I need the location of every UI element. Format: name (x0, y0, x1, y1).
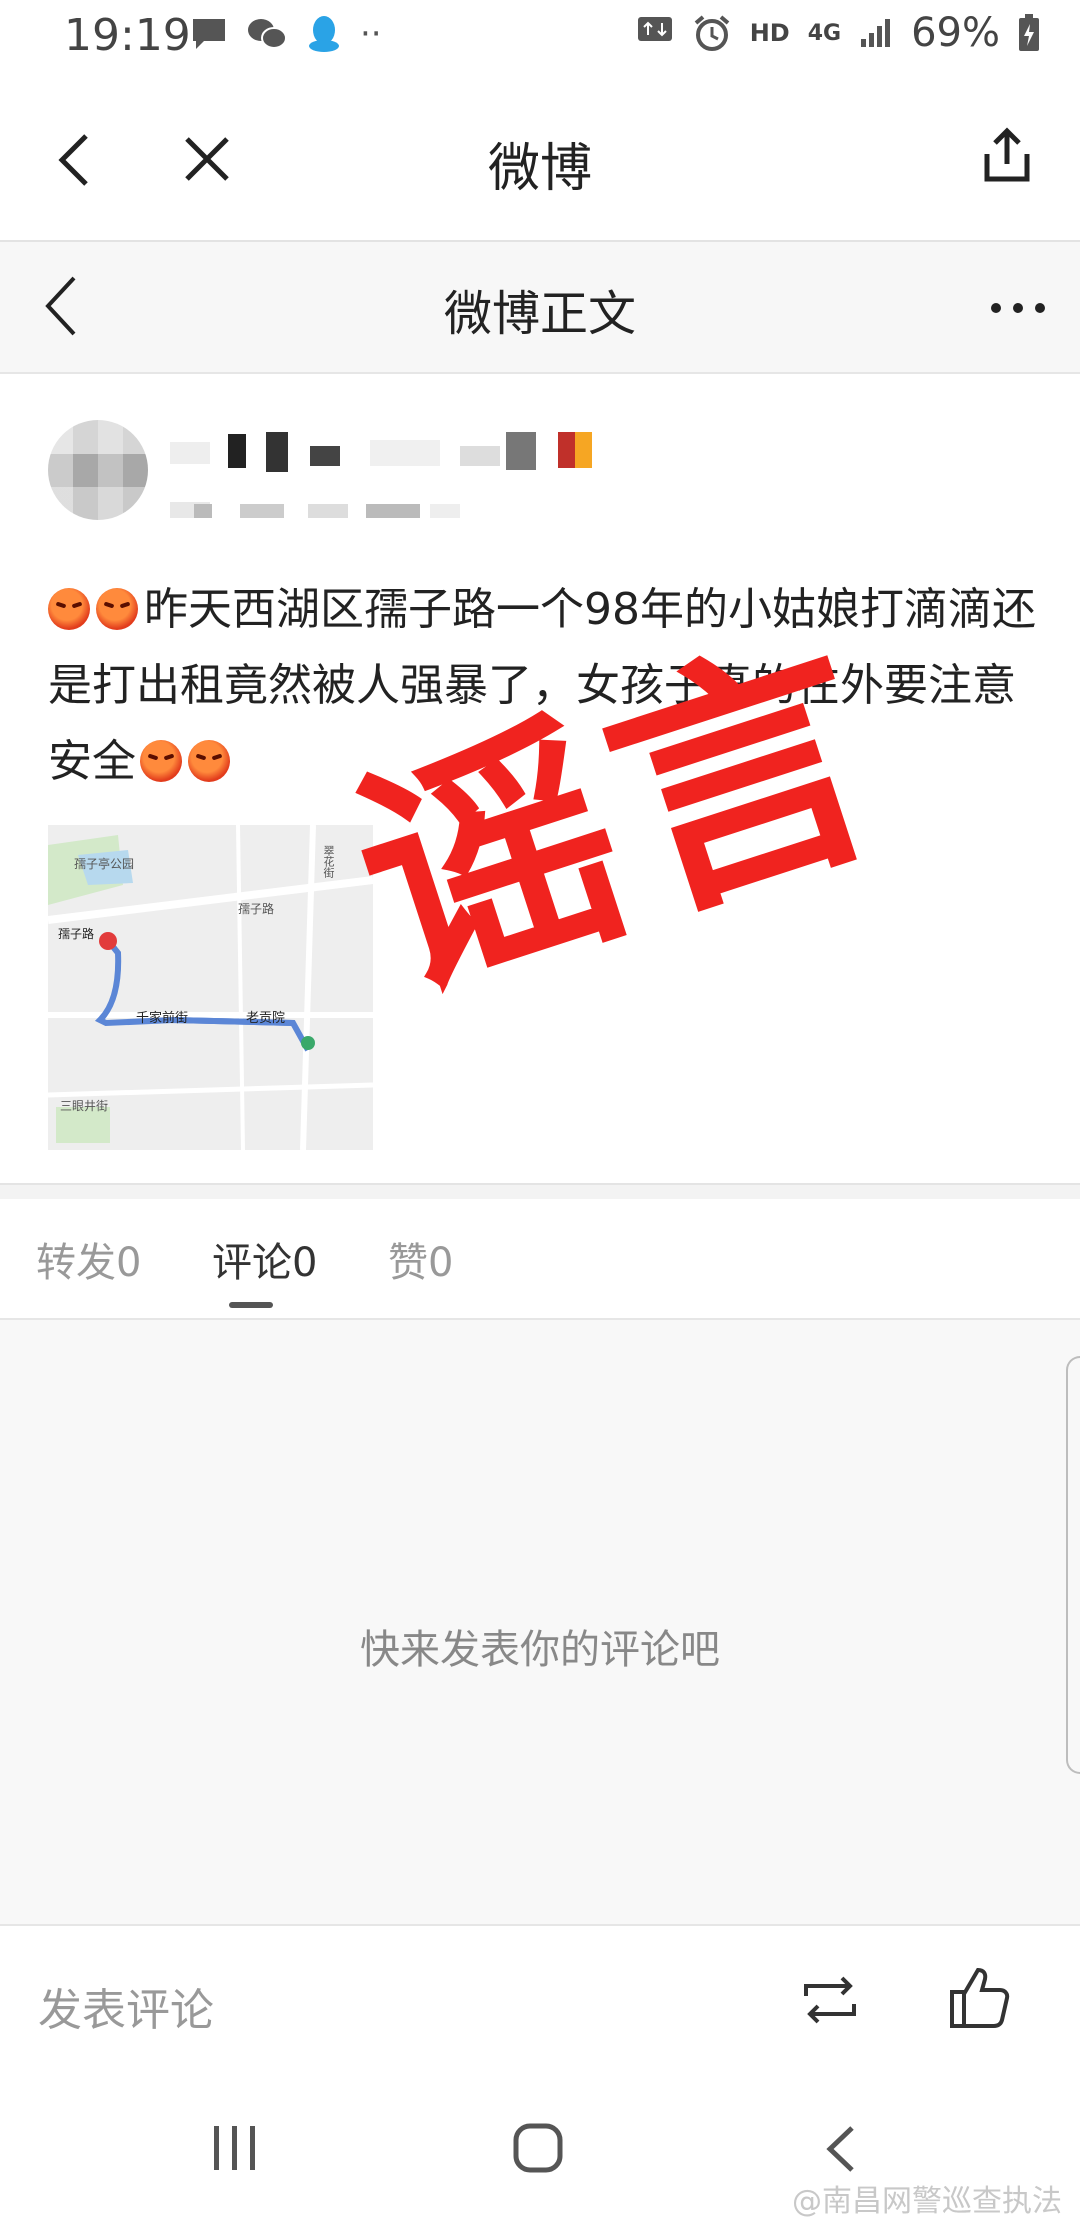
comment-bar: 发表评论 (0, 1924, 1080, 2076)
data-transfer-icon (637, 17, 672, 41)
notification-icons: ·· (190, 14, 382, 54)
comments-area: 快来发表你的评论吧 (0, 1320, 1080, 1924)
page-title: 微博正文 (443, 286, 636, 342)
watermark: @南昌网警巡查执法 (792, 2184, 1062, 2219)
status-right: HD 4G 69% (636, 10, 1040, 56)
angry-emoji-icon (48, 588, 90, 630)
battery-percent: 69% (911, 10, 1000, 56)
angry-emoji-icon (140, 740, 182, 782)
app-bar: 微博 (0, 80, 1080, 242)
active-tab-indicator (229, 1302, 273, 1308)
battery-charging-icon (1019, 14, 1039, 51)
map-label-street: 千家前街 (136, 1011, 189, 1026)
more-notifications-icon: ·· (360, 14, 382, 54)
tab-likes[interactable]: 赞0 (388, 1230, 453, 1288)
page-header: 微博正文 (0, 242, 1080, 374)
map-label-park: 孺子亭公园 (74, 857, 135, 871)
map-label-road-upper: 孺子路 (238, 902, 275, 916)
map-label-vertical: 翠花街 (322, 845, 335, 878)
post-map-image[interactable]: 孺子亭公园 孺子路 孺子路 千家前街 老贡院 三眼井街 翠花街 (48, 825, 373, 1150)
section-divider (0, 1183, 1080, 1199)
avatar[interactable] (48, 420, 148, 520)
map-label-place: 老贡院 (246, 1011, 286, 1026)
app-title: 微博 (487, 139, 592, 199)
signal-4g-label: 4G (807, 20, 842, 46)
tab-reposts[interactable]: 转发0 (36, 1230, 141, 1288)
empty-comments-text: 快来发表你的评论吧 (360, 1627, 720, 1673)
edge-panel-handle[interactable] (1066, 1356, 1080, 1774)
wechat-icon (248, 19, 287, 49)
interaction-tabs: 转发0 评论0 赞0 (0, 1200, 1080, 1320)
map-label-south: 三眼井街 (60, 1099, 109, 1113)
post-meta-pixelated (170, 498, 470, 522)
message-icon (193, 19, 225, 49)
qq-icon (309, 16, 339, 52)
tab-comments[interactable]: 评论0 (212, 1230, 317, 1288)
share-icon[interactable] (982, 126, 1032, 184)
nav-back-icon[interactable] (822, 2124, 862, 2174)
more-options-icon[interactable] (990, 302, 1046, 314)
repost-icon[interactable] (798, 1968, 862, 2032)
angry-emoji-icon (96, 588, 138, 630)
map-label-road: 孺子路 (58, 927, 95, 941)
alarm-icon (694, 15, 730, 51)
hd-label: HD (749, 19, 790, 47)
username-pixelated[interactable] (170, 432, 600, 472)
status-bar: 19:19 ·· HD 4G 69% (0, 0, 1080, 80)
comment-input[interactable]: 发表评论 (38, 1974, 214, 2038)
like-icon[interactable] (946, 1964, 1010, 2030)
angry-emoji-icon (188, 740, 230, 782)
signal-strength-icon (861, 19, 891, 47)
recent-apps-icon[interactable] (210, 2124, 260, 2172)
status-time: 19:19 (64, 10, 191, 61)
home-icon[interactable] (512, 2122, 564, 2174)
